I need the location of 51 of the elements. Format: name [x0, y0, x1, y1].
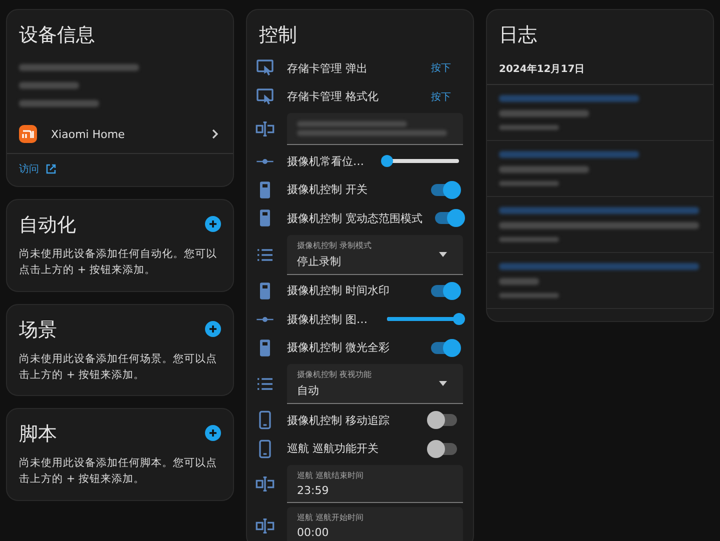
- blurred-text: [499, 278, 539, 285]
- blurred-text: [499, 181, 559, 186]
- empty-message: 尚未使用此设备添加任何脚本。您可以点击上方的 + 按钮来添加。: [18, 456, 218, 488]
- time-field[interactable]: 巡航 巡航开始时间 00:00: [287, 507, 463, 541]
- text-field[interactable]: [287, 113, 463, 145]
- touch-screen-icon: [255, 86, 275, 107]
- dropdown[interactable]: 摄像机控制 录制模式 停止录制: [287, 234, 463, 274]
- card-title: 日志: [498, 23, 538, 48]
- text-cursor-icon: [255, 474, 275, 494]
- row-label: 摄像机控制 时间水印: [287, 283, 390, 298]
- dropdown[interactable]: 摄像机控制 夜视功能 自动: [287, 364, 463, 404]
- press-button[interactable]: 按下: [429, 59, 453, 78]
- card-title: 设备信息: [18, 23, 96, 48]
- blurred-text: [499, 237, 559, 242]
- empty-message: 尚未使用此设备添加任何场景。您可以点击上方的 + 按钮来添加。: [18, 352, 218, 383]
- blurred-text: [499, 125, 559, 130]
- visit-link[interactable]: 访问: [19, 162, 39, 176]
- row-label: 摄像机控制 宽动态范围模式: [287, 210, 422, 226]
- text-cursor-icon: [255, 119, 275, 139]
- add-icon[interactable]: [205, 320, 221, 337]
- row-label: 摄像机控制 移动追踪: [287, 412, 390, 428]
- press-button[interactable]: 按下: [429, 88, 453, 106]
- add-icon[interactable]: [205, 425, 221, 442]
- row-label: 摄像机控制 开关: [287, 182, 368, 198]
- add-icon[interactable]: [205, 216, 221, 232]
- row-label: 存储卡管理 弹出: [287, 60, 368, 76]
- empty-message: 尚未使用此设备添加任何自动化。您可以点击上方的 + 按钮来添加。: [18, 247, 218, 278]
- logo-icon: [19, 125, 37, 143]
- log-date: 2024年12月17日: [487, 48, 713, 85]
- card-title: 场景: [18, 318, 58, 343]
- external-link-icon[interactable]: [45, 163, 57, 175]
- slider-thumb[interactable]: [381, 155, 393, 168]
- card-title: 自动化: [18, 213, 77, 238]
- slider-icon: [255, 316, 275, 323]
- blurred-text: [19, 82, 79, 89]
- row-label: 巡航 巡航功能开关: [287, 441, 380, 456]
- blurred-text: [499, 293, 559, 298]
- integration-row[interactable]: Xiaomi Home: [7, 117, 233, 154]
- card-title: 脚本: [18, 422, 58, 448]
- text-cursor-icon: [255, 516, 275, 536]
- row-label: 摄像机控制 图…: [287, 312, 368, 327]
- touch-screen-icon: [255, 58, 275, 78]
- caret-icon: [439, 252, 447, 256]
- slider-icon: [255, 158, 275, 165]
- caret-icon: [439, 381, 447, 386]
- card-title: 控制: [258, 23, 298, 48]
- slider-thumb[interactable]: [453, 313, 465, 326]
- time-field[interactable]: 巡航 巡航结束时间 23:59: [287, 465, 463, 503]
- row-label: 存储卡管理 格式化: [287, 89, 380, 104]
- row-label: 摄像机控制 微光全彩: [287, 340, 390, 356]
- row-label: 摄像机常看位…: [287, 154, 365, 169]
